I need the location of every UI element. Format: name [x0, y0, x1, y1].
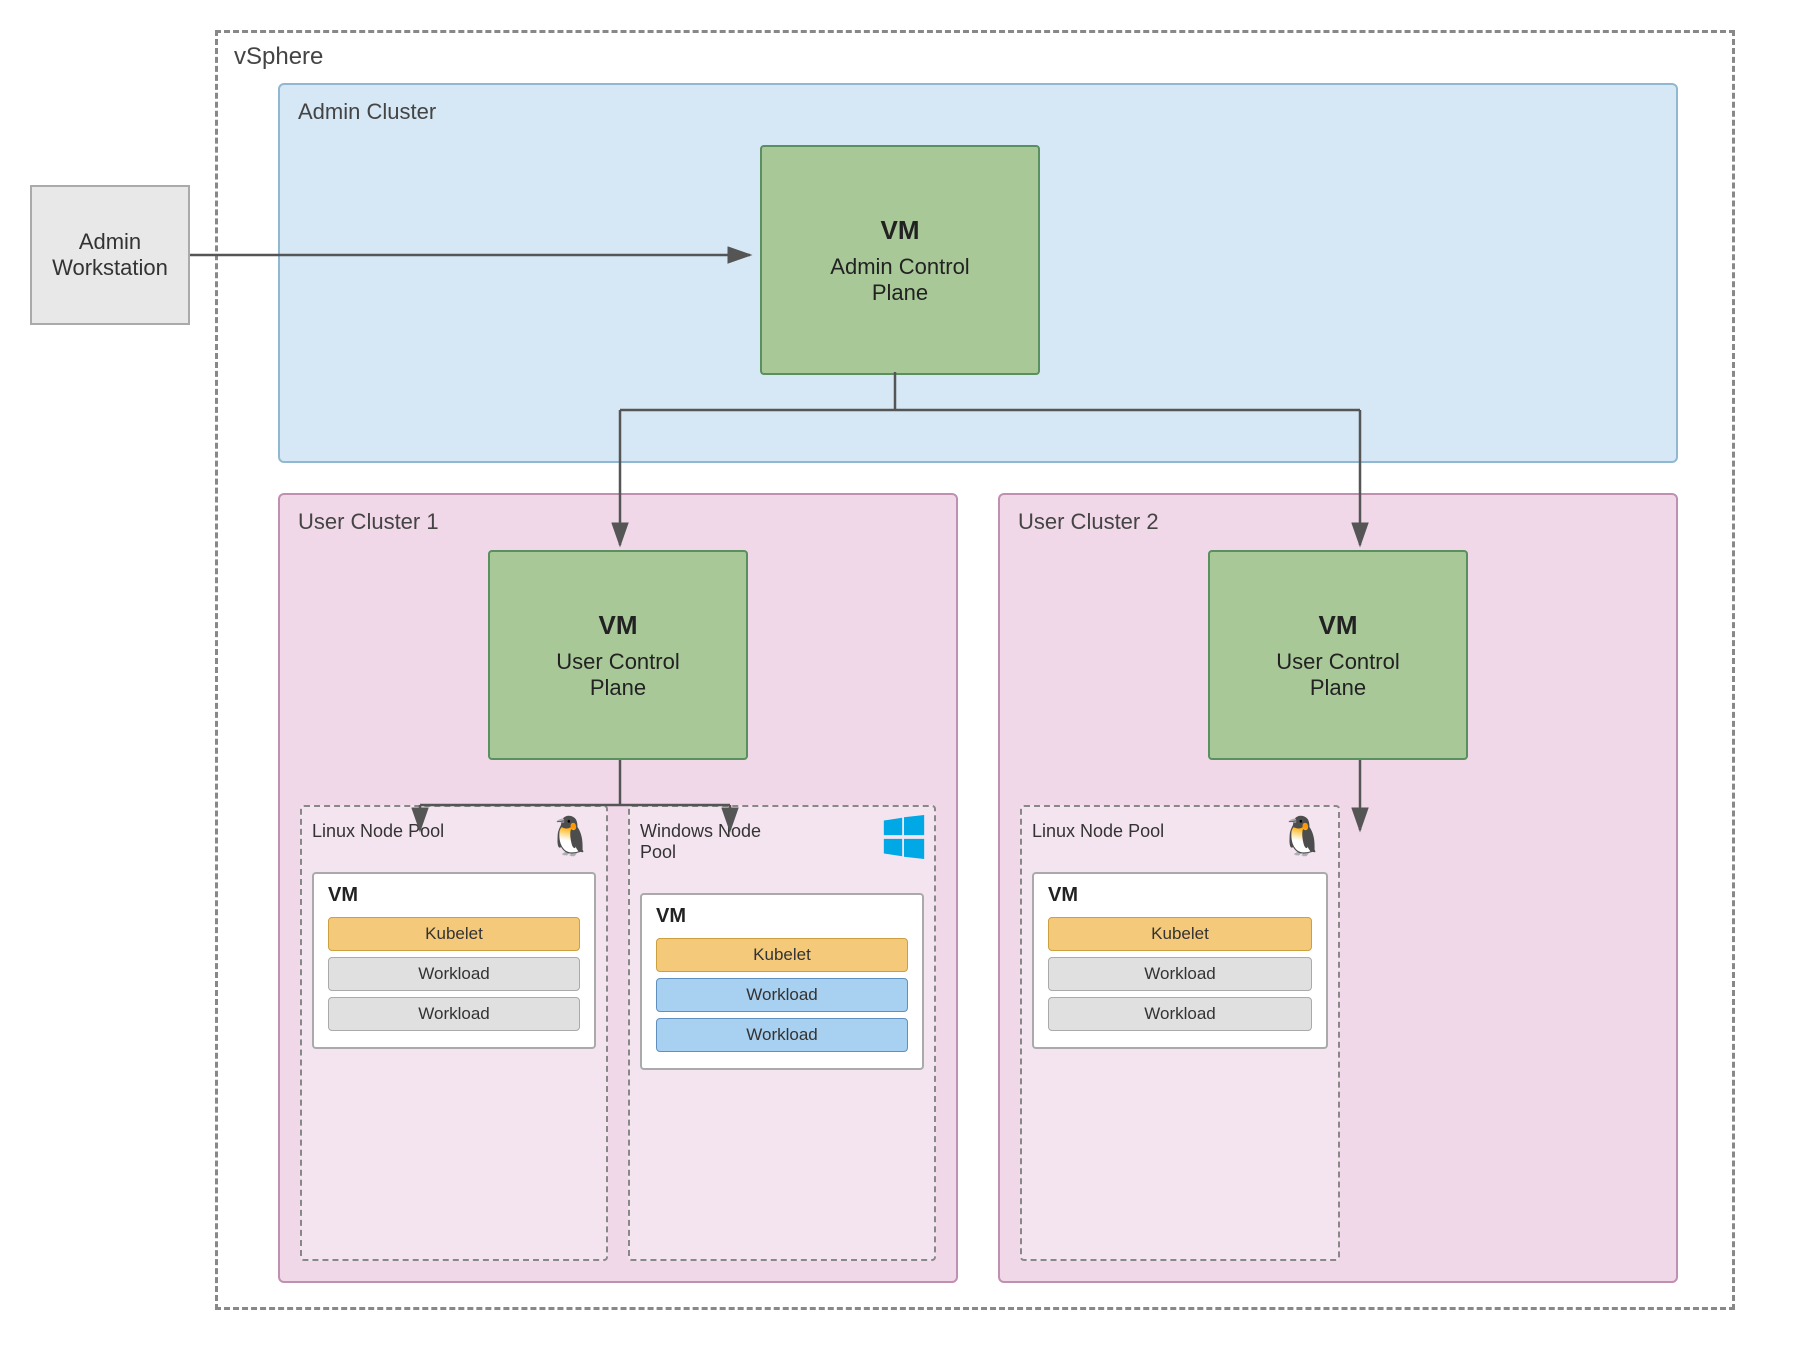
- admin-cp-vm-label: VM: [881, 215, 920, 246]
- user-cluster-1-box: User Cluster 1 VM User ControlPlane Linu…: [278, 493, 958, 1283]
- user-cluster-1-node-pools: Linux Node Pool 🐧 VM Kubelet Workload Wo…: [300, 805, 936, 1261]
- diagram-container: AdminWorkstation vSphere Admin Cluster V…: [30, 30, 1770, 1330]
- windows-node-pool-1-workload-2: Workload: [656, 1018, 908, 1052]
- admin-cluster-box: Admin Cluster VM Admin ControlPlane: [278, 83, 1678, 463]
- vsphere-label: vSphere: [234, 43, 323, 71]
- linux-node-pool-1: Linux Node Pool 🐧 VM Kubelet Workload Wo…: [300, 805, 608, 1261]
- windows-icon-1: [882, 815, 924, 857]
- linux-node-pool-1-workload-2: Workload: [328, 997, 580, 1031]
- linux-node-pool-1-kubelet: Kubelet: [328, 917, 580, 951]
- windows-node-pool-1-vm-label: VM: [656, 905, 908, 928]
- user-cluster-1-label: User Cluster 1: [298, 509, 439, 535]
- user-cluster-2-node-pools: Linux Node Pool 🐧 VM Kubelet Workload Wo…: [1020, 805, 1656, 1261]
- windows-node-pool-1: Windows NodePool VM Ku: [628, 805, 936, 1261]
- linux-node-pool-2-vm-label: VM: [1048, 884, 1312, 907]
- linux-node-pool-1-workload-1: Workload: [328, 957, 580, 991]
- user-cluster-1-cp-vm-label: VM: [599, 610, 638, 641]
- linux-node-pool-1-vm: VM Kubelet Workload Workload: [312, 872, 596, 1049]
- linux-icon-2: 🐧: [1279, 815, 1326, 859]
- user-cluster-2-cp-vm-label: VM: [1319, 610, 1358, 641]
- linux-node-pool-1-vm-label: VM: [328, 884, 580, 907]
- user-clusters-row: User Cluster 1 VM User ControlPlane Linu…: [278, 493, 1678, 1283]
- admin-cluster-label: Admin Cluster: [298, 99, 436, 125]
- linux-node-pool-2-kubelet: Kubelet: [1048, 917, 1312, 951]
- linux-node-pool-2-vm: VM Kubelet Workload Workload: [1032, 872, 1328, 1049]
- windows-node-pool-1-kubelet: Kubelet: [656, 938, 908, 972]
- linux-node-pool-2-workload-1: Workload: [1048, 957, 1312, 991]
- user-cluster-2-label: User Cluster 2: [1018, 509, 1159, 535]
- user-cluster-1-cp-vm: VM User ControlPlane: [488, 550, 748, 760]
- linux-node-pool-2-workload-2: Workload: [1048, 997, 1312, 1031]
- windows-node-pool-1-workload-1: Workload: [656, 978, 908, 1012]
- user-cluster-2-cp-vm: VM User ControlPlane: [1208, 550, 1468, 760]
- user-cluster-2-box: User Cluster 2 VM User ControlPlane Linu…: [998, 493, 1678, 1283]
- linux-node-pool-2: Linux Node Pool 🐧 VM Kubelet Workload Wo…: [1020, 805, 1340, 1261]
- vsphere-box: vSphere Admin Cluster VM Admin ControlPl…: [215, 30, 1735, 1310]
- admin-cp-sublabel: Admin ControlPlane: [830, 254, 969, 306]
- admin-workstation-label: AdminWorkstation: [52, 229, 168, 281]
- user-cluster-2-cp-sublabel: User ControlPlane: [1276, 649, 1399, 701]
- windows-node-pool-1-vm: VM Kubelet Workload Workload: [640, 893, 924, 1070]
- admin-cp-vm: VM Admin ControlPlane: [760, 145, 1040, 375]
- user-cluster-1-cp-sublabel: User ControlPlane: [556, 649, 679, 701]
- linux-icon-1: 🐧: [547, 815, 594, 859]
- admin-workstation: AdminWorkstation: [30, 185, 190, 325]
